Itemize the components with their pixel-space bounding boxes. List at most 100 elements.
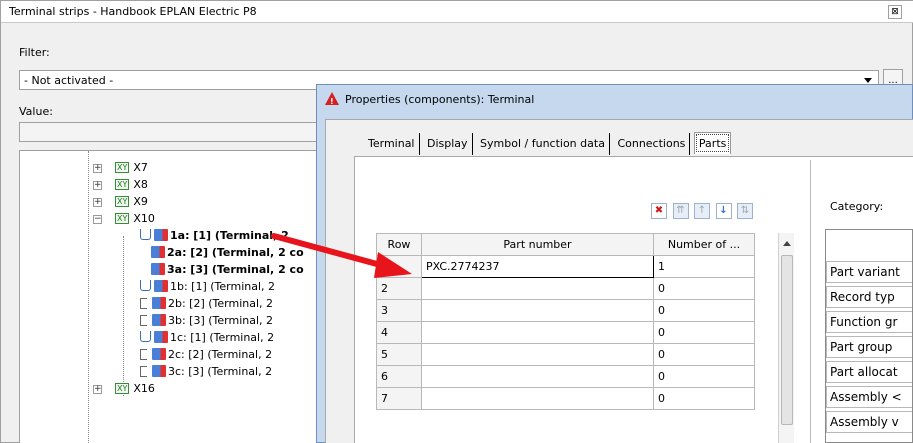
row-number-cell[interactable]: 7: [376, 387, 422, 410]
terminal-icon: [154, 229, 168, 241]
row-number-cell[interactable]: 2: [376, 277, 422, 300]
tree-terminal-node[interactable]: 1a: [1] (Terminal, 2: [140, 228, 289, 244]
row-toolbar: ✖ ⇈ ↑ ↓ ⇅: [651, 203, 755, 221]
pane-divider[interactable]: [810, 160, 811, 443]
terminal-icon: [152, 297, 166, 309]
move-up-icon[interactable]: ↑: [694, 203, 710, 219]
number-of-cell[interactable]: 0: [653, 321, 755, 344]
row-number-cell[interactable]: 6: [376, 365, 422, 388]
terminal-icon: [151, 263, 165, 275]
filter-label: Filter:: [19, 46, 50, 59]
column-header-number-of[interactable]: Number of ...: [653, 233, 755, 256]
category-item[interactable]: Record typ: [826, 286, 912, 308]
bracket-icon: [140, 298, 147, 309]
tree-terminal-node[interactable]: 2c: [2] (Terminal, 2: [140, 347, 272, 363]
tree-node-label: 3b: [3] (Terminal, 2: [168, 314, 274, 327]
tree-terminal-node[interactable]: 1c: [1] (Terminal, 2: [140, 330, 274, 346]
part-number-cell[interactable]: [421, 365, 654, 388]
tree-node-label: 1b: [1] (Terminal, 2: [170, 280, 276, 293]
tree-strip-node[interactable]: − XY X10: [93, 211, 155, 227]
number-of-cell[interactable]: 0: [653, 277, 755, 300]
bracket-icon: [140, 366, 147, 377]
filter-value: - Not activated -: [24, 74, 114, 87]
tree-guide-line: [123, 236, 124, 396]
category-item[interactable]: Part group: [826, 336, 912, 358]
tab-terminal[interactable]: Terminal: [364, 133, 420, 155]
expand-icon[interactable]: +: [93, 181, 102, 190]
number-of-cell[interactable]: 0: [653, 365, 755, 388]
tab-symbol-function-data[interactable]: Symbol / function data: [476, 133, 610, 155]
tree-terminal-node[interactable]: 3c: [3] (Terminal, 2: [140, 364, 272, 380]
category-item[interactable]: Assembly v: [826, 411, 912, 433]
category-item[interactable]: Function gr: [826, 311, 912, 333]
part-number-cell[interactable]: PXC.2774237: [421, 255, 654, 278]
expand-icon[interactable]: +: [93, 164, 102, 173]
parts-grid[interactable]: Row Part number Number of ... 1 PXC.27742…: [376, 233, 755, 410]
cart-icon: [140, 229, 151, 240]
number-of-cell[interactable]: 0: [653, 387, 755, 410]
tree-node-label: X8: [133, 178, 148, 191]
tab-display[interactable]: Display: [423, 133, 473, 155]
number-of-cell[interactable]: 0: [653, 299, 755, 322]
terminal-icon: [152, 348, 166, 360]
tree-terminal-node[interactable]: 2b: [2] (Terminal, 2: [140, 296, 273, 312]
chevron-down-icon: [864, 78, 872, 83]
row-number-cell[interactable]: 5: [376, 343, 422, 366]
tab-parts[interactable]: Parts: [693, 132, 732, 154]
category-label: Category:: [830, 200, 884, 213]
terminal-strip-icon: XY: [115, 213, 130, 224]
category-item[interactable]: Part variant: [826, 261, 912, 283]
tree-node-label: 3a: [3] (Terminal, 2 co: [167, 263, 304, 276]
tree-terminal-node[interactable]: 3a: [3] (Terminal, 2 co: [140, 262, 304, 278]
expand-icon[interactable]: +: [93, 198, 102, 207]
column-header-row[interactable]: Row: [376, 233, 422, 256]
scroll-thumb[interactable]: [781, 255, 793, 425]
tree-terminal-node[interactable]: 2a: [2] (Terminal, 2 co: [140, 245, 304, 261]
category-item[interactable]: Assembly <: [826, 386, 912, 408]
move-top-icon[interactable]: ⇈: [672, 203, 689, 219]
row-number-cell[interactable]: 1: [376, 255, 422, 278]
delete-row-icon[interactable]: ✖: [651, 203, 667, 219]
tree-strip-node[interactable]: + XY X16: [93, 381, 155, 397]
dialog-title-bar: Properties (components): Terminal: [325, 91, 534, 111]
tab-connections[interactable]: Connections: [613, 133, 691, 155]
part-number-cell[interactable]: [421, 299, 654, 322]
table-row[interactable]: 40: [376, 321, 755, 344]
move-down-icon[interactable]: ↓: [715, 203, 732, 219]
terminal-strip-tree[interactable]: + XY X7 + XY X8 + XY X9− XY X10 1a: [1] (Terminal, …: [19, 150, 349, 443]
column-header-part-number[interactable]: Part number: [421, 233, 654, 256]
table-row[interactable]: 20: [376, 277, 755, 300]
tree-terminal-node[interactable]: 1b: [1] (Terminal, 2: [140, 279, 275, 295]
table-row[interactable]: 50: [376, 343, 755, 366]
part-number-cell[interactable]: [421, 387, 654, 410]
category-item[interactable]: Part allocat: [826, 361, 912, 383]
collapse-icon[interactable]: −: [93, 215, 102, 224]
terminal-icon: [154, 280, 168, 292]
row-number-cell[interactable]: 3: [376, 299, 422, 322]
tree-strip-node[interactable]: + XY X8: [93, 177, 148, 193]
table-row[interactable]: 60: [376, 365, 755, 388]
grid-scrollbar[interactable]: [778, 233, 794, 443]
tree-node-label: 2b: [2] (Terminal, 2: [168, 297, 274, 310]
table-row[interactable]: 1 PXC.2774237 1: [376, 255, 755, 278]
part-number-cell[interactable]: [421, 343, 654, 366]
tree-strip-node[interactable]: + XY X9: [93, 194, 148, 210]
tree-strip-node[interactable]: + XY X7: [93, 160, 148, 176]
number-of-cell[interactable]: 0: [653, 343, 755, 366]
number-of-cell[interactable]: 1: [653, 255, 755, 278]
tree-node-label: X9: [133, 195, 148, 208]
sort-icon[interactable]: ⇅: [737, 203, 753, 219]
close-icon[interactable]: ⊠: [888, 5, 902, 19]
panel-title: Terminal strips - Handbook EPLAN Electri…: [1, 1, 913, 23]
row-number-cell[interactable]: 4: [376, 321, 422, 344]
part-number-cell[interactable]: [421, 277, 654, 300]
scroll-up-icon[interactable]: [783, 241, 791, 246]
table-row[interactable]: 30: [376, 299, 755, 322]
expand-icon[interactable]: +: [93, 385, 102, 394]
table-row[interactable]: 70: [376, 387, 755, 410]
part-number-cell[interactable]: [421, 321, 654, 344]
category-list[interactable]: Part variant Record typ Function gr Part gr…: [825, 229, 913, 443]
tree-terminal-node[interactable]: 3b: [3] (Terminal, 2: [140, 313, 273, 329]
tree-node-label: 1c: [1] (Terminal, 2: [170, 331, 275, 344]
tree-node-label: X7: [133, 161, 148, 174]
